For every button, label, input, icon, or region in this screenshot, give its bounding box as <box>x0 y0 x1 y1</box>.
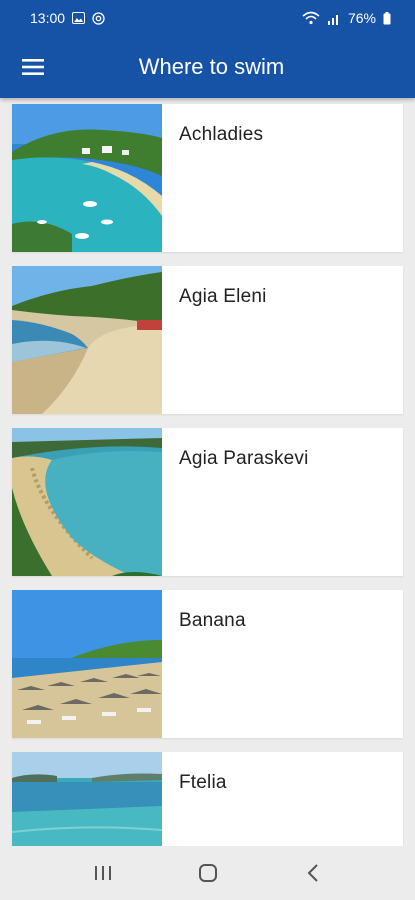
list-item-ftelia[interactable]: Ftelia <box>12 752 403 846</box>
list-item-banana[interactable]: Banana <box>12 590 403 738</box>
beach-name: Ftelia <box>179 772 227 793</box>
recent-apps-icon <box>94 866 111 880</box>
beach-photo <box>12 752 162 846</box>
back-icon <box>307 864 318 882</box>
at-icon <box>92 11 105 25</box>
status-bar: 13:00 76% <box>0 0 415 36</box>
beach-name: Agia Eleni <box>179 286 267 307</box>
image-icon <box>72 12 86 24</box>
beach-photo <box>12 104 162 252</box>
list-item-agia-eleni[interactable]: Agia Eleni <box>12 266 403 414</box>
home-icon <box>198 864 217 882</box>
beach-photo <box>12 590 162 738</box>
list-item-agia-paraskevi[interactable]: Agia Paraskevi <box>12 428 403 576</box>
beach-name: Banana <box>179 610 246 631</box>
system-nav-bar <box>0 846 415 900</box>
list-item-achladies[interactable]: Achladies <box>12 104 403 252</box>
wifi-icon <box>302 11 320 25</box>
battery-icon <box>383 11 391 25</box>
status-time: 13:00 <box>30 10 66 26</box>
beach-list: Achladies Agia Eleni Agia Paraskevi Bana… <box>0 98 415 846</box>
beach-photo <box>12 428 162 576</box>
battery-percent: 76% <box>347 10 376 26</box>
beach-name: Agia Paraskevi <box>179 448 309 469</box>
beach-photo <box>12 266 162 414</box>
beach-name: Achladies <box>179 124 264 145</box>
signal-icon <box>327 12 341 25</box>
page-title: Where to swim <box>138 54 285 79</box>
app-bar: Where to swim <box>0 36 415 98</box>
recent-apps-button[interactable] <box>81 851 125 895</box>
back-button[interactable] <box>291 851 335 895</box>
home-button[interactable] <box>186 851 230 895</box>
